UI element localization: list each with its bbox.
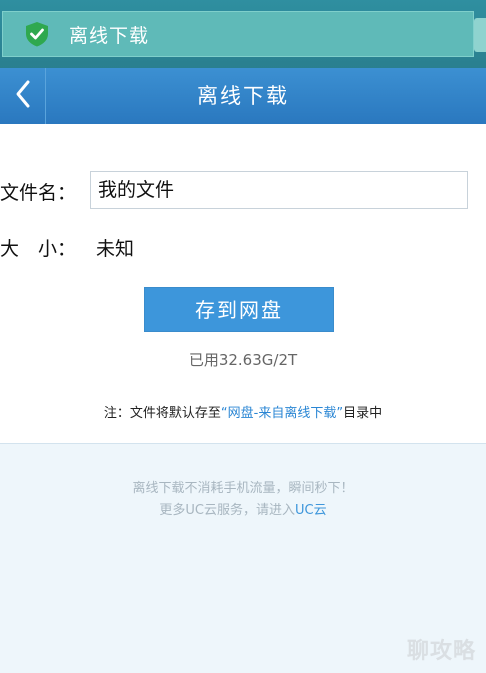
page-title: 离线下载 xyxy=(197,84,289,108)
footer-uc-cloud: 更多UC云服务，请进入UC云 xyxy=(0,499,486,518)
chevron-left-icon xyxy=(14,79,32,113)
watermark-logo: 聊攻略 xyxy=(406,639,476,664)
size-value: 未知 xyxy=(96,238,135,260)
notification-toast: 离线下载 xyxy=(2,11,474,57)
footer-prefix: 更多UC云服务，请进入 xyxy=(159,503,295,518)
divider xyxy=(0,443,486,444)
note-folder-link: “网盘-来自离线下载” xyxy=(220,406,344,421)
size-label: 大 小： xyxy=(0,238,77,260)
notification-text: 离线下载 xyxy=(69,24,150,47)
filename-input[interactable]: 我的文件 xyxy=(90,171,468,209)
save-location-note: 注：文件将默认存至“网盘-来自离线下载”目录中 xyxy=(0,402,486,421)
check-shield-icon xyxy=(23,20,51,48)
footer-tip: 离线下载不消耗手机流量，瞬间秒下！ xyxy=(132,481,354,496)
notification-edge xyxy=(474,18,486,52)
back-button[interactable] xyxy=(0,68,46,124)
storage-quota: 已用32.63G/2T xyxy=(188,351,298,369)
notification-strip: 离线下载 xyxy=(0,0,486,68)
filename-label: 文件名： xyxy=(0,182,77,204)
note-suffix: 目录中 xyxy=(343,406,383,421)
save-to-cloud-button[interactable]: 存到网盘 xyxy=(144,287,334,332)
note-prefix: 注：文件将默认存至 xyxy=(103,406,221,421)
title-bar: 离线下载 xyxy=(0,68,486,124)
uc-cloud-link[interactable]: UC云 xyxy=(295,503,327,518)
download-form: 文件名： 我的文件 大 小： 未知 存到网盘 已用32.63G/2T 注：文件将… xyxy=(0,124,486,443)
